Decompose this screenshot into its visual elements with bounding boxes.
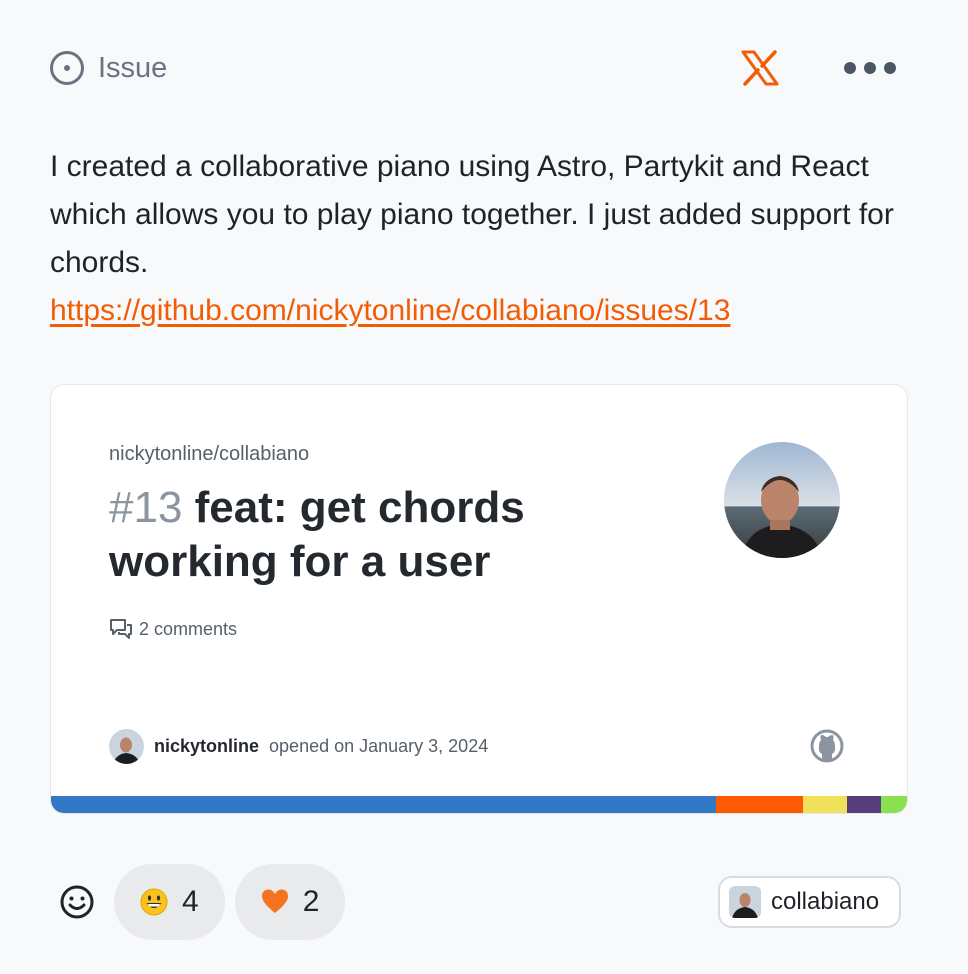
reaction-heart[interactable]: 2	[234, 864, 346, 940]
issue-opened-icon	[50, 51, 84, 85]
orange-heart-icon	[261, 889, 288, 913]
github-icon	[810, 729, 844, 763]
language-segment	[847, 796, 882, 813]
post-link[interactable]: https://github.com/nickytonline/collabia…	[50, 287, 910, 335]
dot	[864, 62, 876, 74]
issue-meta: nickytonline opened on January 3, 2024	[109, 728, 488, 764]
language-segment	[51, 796, 717, 813]
comments-label: 2 comments	[139, 618, 238, 639]
post-text: I created a collaborative piano using As…	[50, 150, 894, 279]
dot	[844, 62, 856, 74]
grinning-face-icon	[140, 888, 168, 916]
reaction-count: 4	[182, 885, 199, 918]
more-options-button[interactable]	[844, 58, 896, 78]
repo-chip[interactable]: collabiano	[718, 876, 901, 928]
author-avatar-small	[109, 728, 144, 764]
repo-name: nickytonline/collabiano	[109, 443, 310, 465]
add-reaction-button[interactable]	[50, 864, 104, 940]
language-bar	[51, 796, 907, 813]
link-preview-card[interactable]: nickytonline/collabiano #13 feat: get ch…	[50, 384, 908, 814]
repo-avatar	[729, 886, 761, 918]
x-logo-icon[interactable]	[740, 50, 780, 86]
reaction-grinning[interactable]: 4	[114, 864, 225, 940]
language-segment	[881, 796, 907, 813]
post-type-label: Issue	[98, 51, 168, 84]
dot	[884, 62, 896, 74]
reactions-bar: 4 2	[50, 864, 346, 940]
issue-number: #13	[109, 483, 183, 532]
post-header: Issue	[50, 50, 900, 86]
reaction-count: 2	[302, 885, 320, 918]
smiley-icon	[60, 885, 94, 919]
language-segment	[716, 796, 804, 813]
issue-title: #13 feat: get chords working for a user	[109, 481, 609, 589]
comments-count: 2 comments	[109, 617, 237, 641]
post-body: I created a collaborative piano using As…	[50, 143, 910, 335]
opened-date: opened on January 3, 2024	[269, 735, 489, 756]
repo-chip-label: collabiano	[771, 888, 880, 915]
comment-discussion-icon	[110, 619, 132, 639]
author-name: nickytonline	[154, 735, 260, 756]
language-segment	[803, 796, 848, 813]
post-type-tag: Issue	[50, 50, 167, 86]
author-avatar	[724, 442, 840, 558]
